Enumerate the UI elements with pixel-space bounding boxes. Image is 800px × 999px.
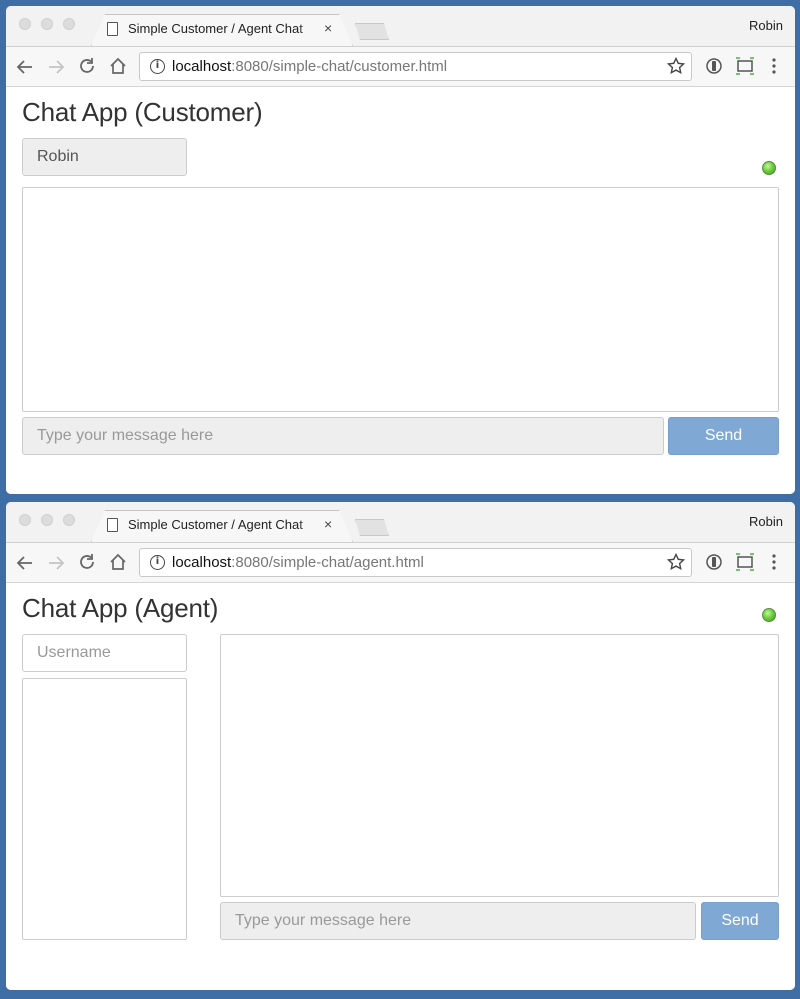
username-input[interactable]: Username — [22, 634, 187, 672]
chat-messages-panel[interactable] — [220, 634, 779, 897]
bookmark-star-icon[interactable] — [667, 553, 685, 571]
window-minimize-dot[interactable] — [41, 514, 53, 526]
message-input[interactable]: Type your message here — [22, 417, 664, 455]
tab-close-icon[interactable]: × — [324, 19, 332, 37]
home-icon[interactable] — [109, 553, 127, 571]
url-text[interactable]: localhost:8080/simple-chat/customer.html — [172, 58, 447, 76]
url-text[interactable]: localhost:8080/simple-chat/agent.html — [172, 554, 424, 572]
info-icon[interactable]: i — [150, 59, 165, 74]
page-content: Chat App (Agent) Username Type your mess… — [6, 584, 795, 990]
send-button[interactable]: Send — [668, 417, 779, 455]
customer-list-panel[interactable] — [22, 678, 187, 940]
page-title: Chat App (Customer) — [22, 97, 263, 127]
tab-title: Simple Customer / Agent Chat — [128, 21, 303, 36]
page-title: Chat App (Agent) — [22, 593, 219, 623]
home-icon[interactable] — [109, 57, 127, 75]
bookmark-star-icon[interactable] — [667, 57, 685, 75]
window-zoom-dot[interactable] — [63, 514, 75, 526]
tab-close-icon[interactable]: × — [324, 515, 332, 533]
new-tab-button[interactable] — [355, 519, 389, 536]
window-close-dot[interactable] — [19, 18, 31, 30]
tab-title: Simple Customer / Agent Chat — [128, 517, 303, 532]
connection-status-icon — [762, 608, 776, 622]
kebab-menu-icon[interactable] — [771, 553, 777, 571]
reload-icon[interactable] — [78, 57, 96, 75]
cast-icon[interactable] — [735, 57, 755, 75]
message-input[interactable]: Type your message here — [220, 902, 696, 940]
browser-toolbar: i localhost:8080/simple-chat/agent.html — [6, 542, 795, 583]
tab-strip: Simple Customer / Agent Chat × Robin — [6, 502, 795, 542]
profile-name[interactable]: Robin — [749, 514, 783, 529]
profile-name[interactable]: Robin — [749, 18, 783, 33]
address-bar[interactable]: i localhost:8080/simple-chat/customer.ht… — [139, 52, 692, 81]
forward-arrow-icon[interactable] — [47, 554, 65, 572]
username-field[interactable]: Robin — [22, 138, 187, 176]
connection-status-icon — [762, 161, 776, 175]
window-minimize-dot[interactable] — [41, 18, 53, 30]
address-bar[interactable]: i localhost:8080/simple-chat/agent.html — [139, 548, 692, 577]
window-close-dot[interactable] — [19, 514, 31, 526]
cast-icon[interactable] — [735, 553, 755, 571]
reload-icon[interactable] — [78, 553, 96, 571]
browser-toolbar: i localhost:8080/simple-chat/customer.ht… — [6, 46, 795, 87]
back-arrow-icon[interactable] — [16, 58, 34, 76]
window-zoom-dot[interactable] — [63, 18, 75, 30]
extension-icon[interactable] — [705, 57, 723, 75]
customer-browser-window: Simple Customer / Agent Chat × Robin i l… — [6, 6, 795, 494]
send-button[interactable]: Send — [701, 902, 779, 940]
back-arrow-icon[interactable] — [16, 554, 34, 572]
document-icon — [107, 22, 118, 36]
new-tab-button[interactable] — [355, 23, 389, 40]
forward-arrow-icon[interactable] — [47, 58, 65, 76]
page-content: Chat App (Customer) Robin Type your mess… — [6, 88, 795, 494]
agent-browser-window: Simple Customer / Agent Chat × Robin i l… — [6, 502, 795, 990]
document-icon — [107, 518, 118, 532]
kebab-menu-icon[interactable] — [771, 57, 777, 75]
chat-messages-panel[interactable] — [22, 187, 779, 412]
extension-icon[interactable] — [705, 553, 723, 571]
info-icon[interactable]: i — [150, 555, 165, 570]
tab-strip: Simple Customer / Agent Chat × Robin — [6, 6, 795, 46]
